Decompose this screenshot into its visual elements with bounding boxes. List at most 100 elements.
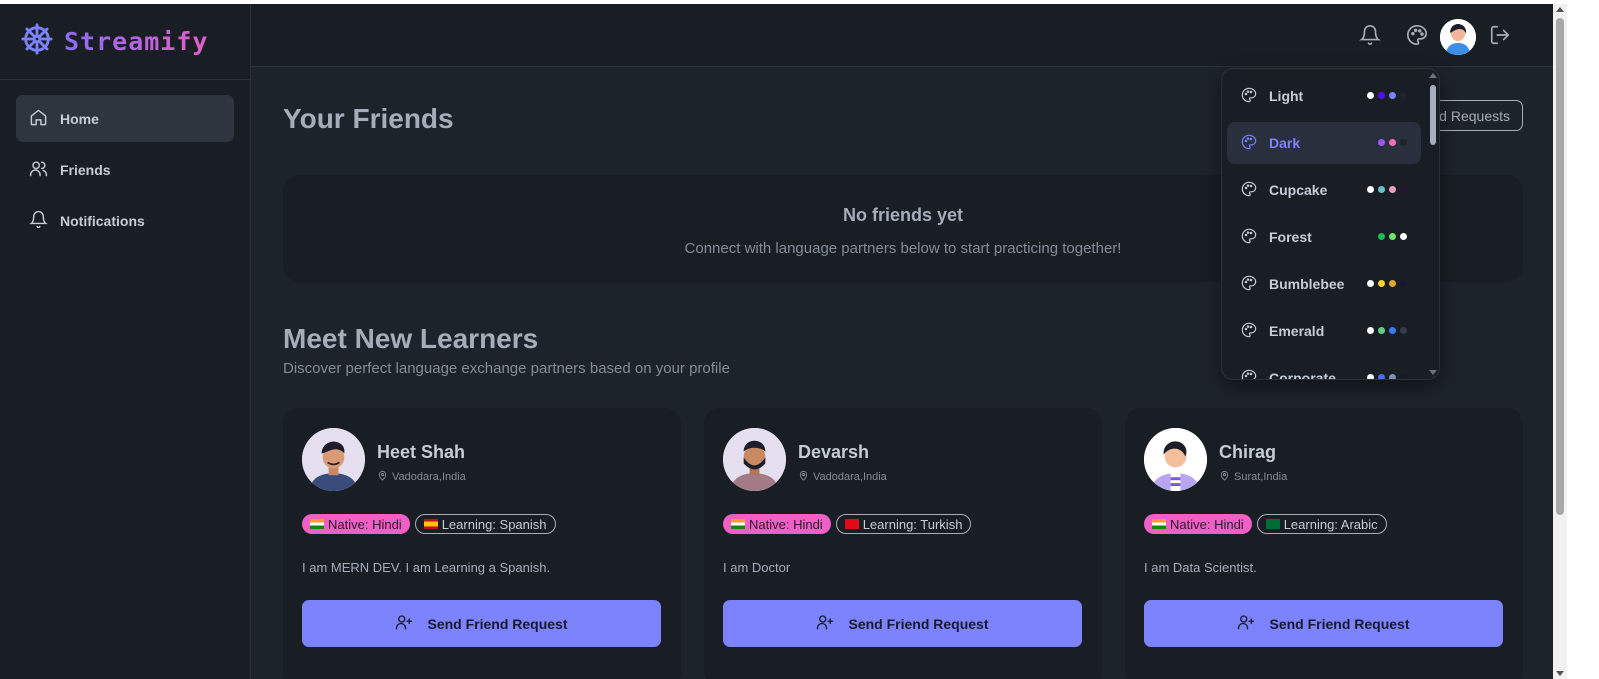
learner-card: Chirag Surat,India Native: Hindi Learnin… xyxy=(1125,408,1523,679)
bell-icon[interactable] xyxy=(1359,24,1381,46)
theme-option-light[interactable]: Light xyxy=(1227,75,1421,117)
theme-label: Dark xyxy=(1269,135,1301,151)
theme-option-cupcake[interactable]: Cupcake xyxy=(1227,169,1421,211)
theme-color-swatch xyxy=(1367,327,1407,334)
send-friend-request-button[interactable]: Send Friend Request xyxy=(1144,600,1503,647)
ship-wheel-icon xyxy=(20,22,54,61)
sidebar-item-home[interactable]: Home xyxy=(16,95,234,142)
topbar xyxy=(251,4,1553,67)
map-pin-icon xyxy=(1219,470,1234,484)
badge-label: Native: Hindi xyxy=(749,516,823,532)
theme-color-swatch xyxy=(1367,186,1407,193)
badge-label: Learning: Arabic xyxy=(1283,516,1378,532)
native-language-badge: Native: Hindi xyxy=(302,514,410,534)
button-label: Send Friend Request xyxy=(848,615,989,632)
theme-dropdown[interactable]: Light Dark Cupcake Forest Bumblebee Emer… xyxy=(1221,68,1440,380)
theme-option-emerald[interactable]: Emerald xyxy=(1227,310,1421,352)
badge-label: Native: Hindi xyxy=(1170,516,1244,532)
language-badges: Native: Hindi Learning: Spanish xyxy=(302,514,556,534)
learning-language-badge: Learning: Turkish xyxy=(835,514,972,534)
scroll-down-arrow[interactable] xyxy=(1429,370,1437,375)
sidebar-item-label: Home xyxy=(60,110,99,127)
learner-location: Surat,India xyxy=(1219,470,1287,484)
avatar xyxy=(302,428,365,491)
badge-label: Learning: Turkish xyxy=(862,516,963,532)
scroll-up-arrow[interactable] xyxy=(1429,73,1437,78)
native-language-badge: Native: Hindi xyxy=(1144,514,1252,534)
section-subtitle: Discover perfect language exchange partn… xyxy=(283,360,730,377)
dropdown-scrollbar[interactable] xyxy=(1430,85,1436,145)
location-text: Vadodara,India xyxy=(392,471,466,483)
palette-icon xyxy=(1241,322,1269,341)
sidebar-item-friends[interactable]: Friends xyxy=(16,146,234,193)
palette-icon xyxy=(1241,369,1269,379)
avatar[interactable] xyxy=(1440,19,1476,55)
theme-label: Cupcake xyxy=(1269,182,1328,198)
scroll-down-arrow[interactable] xyxy=(1556,671,1564,676)
theme-color-swatch xyxy=(1367,374,1407,379)
learner-location: Vadodara,India xyxy=(377,470,466,484)
scrollbar-thumb[interactable] xyxy=(1556,18,1564,515)
palette-icon xyxy=(1241,228,1269,247)
location-text: Surat,India xyxy=(1234,471,1288,483)
sidebar-item-label: Notifications xyxy=(60,212,145,229)
flag-india-icon xyxy=(1152,519,1166,529)
user-plus-icon xyxy=(816,613,848,634)
page-scrollbar[interactable] xyxy=(1553,4,1567,679)
learner-bio: I am Data Scientist. xyxy=(1144,560,1257,575)
badge-label: Native: Hindi xyxy=(328,516,402,532)
learning-language-badge: Learning: Spanish xyxy=(414,514,556,534)
flag-saudi-icon xyxy=(1265,519,1280,529)
theme-option-forest[interactable]: Forest xyxy=(1227,216,1421,258)
section-title: Meet New Learners xyxy=(283,323,539,354)
learner-name: Devarsh xyxy=(798,442,870,462)
map-pin-icon xyxy=(377,470,392,484)
scroll-up-arrow[interactable] xyxy=(1556,7,1564,12)
logout-icon[interactable] xyxy=(1489,24,1511,46)
user-plus-icon xyxy=(1237,613,1269,634)
theme-option-corporate[interactable]: Corporate xyxy=(1227,357,1421,380)
theme-option-bumblebee[interactable]: Bumblebee xyxy=(1227,263,1421,305)
send-friend-request-button[interactable]: Send Friend Request xyxy=(302,600,661,647)
learner-card: Heet Shah Vadodara,India Native: Hindi L… xyxy=(283,408,681,679)
learner-bio: I am MERN DEV. I am Learning a Spanish. xyxy=(302,560,551,575)
location-text: Vadodara,India xyxy=(813,471,887,483)
brand[interactable]: Streamify xyxy=(0,4,250,80)
bell-icon xyxy=(29,210,60,232)
theme-color-swatch xyxy=(1378,139,1407,146)
button-label: Send Friend Request xyxy=(427,615,568,632)
palette-icon xyxy=(1241,275,1269,294)
badge-label: Learning: Spanish xyxy=(441,516,547,532)
brand-name: Streamify xyxy=(64,27,209,56)
learner-name: Chirag xyxy=(1219,442,1277,462)
sidebar-item-notifications[interactable]: Notifications xyxy=(16,197,234,244)
learner-location: Vadodara,India xyxy=(798,470,887,484)
theme-label: Light xyxy=(1269,88,1304,104)
palette-icon xyxy=(1241,181,1269,200)
learner-name: Heet Shah xyxy=(377,442,466,462)
theme-color-swatch xyxy=(1367,280,1407,287)
theme-option-dark[interactable]: Dark xyxy=(1227,122,1421,164)
home-icon xyxy=(29,108,60,130)
send-friend-request-button[interactable]: Send Friend Request xyxy=(723,600,1082,647)
theme-color-swatch xyxy=(1367,92,1407,99)
palette-icon xyxy=(1241,87,1269,106)
sidebar-nav: Home Friends Notifications xyxy=(0,80,250,263)
learner-card: Devarsh Vadodara,India Native: Hindi Lea… xyxy=(704,408,1102,679)
palette-icon[interactable] xyxy=(1406,24,1428,46)
theme-label: Forest xyxy=(1269,229,1312,245)
palette-icon xyxy=(1241,134,1269,153)
flag-india-icon xyxy=(731,519,745,529)
users-icon xyxy=(29,159,60,181)
theme-label: Corporate xyxy=(1269,370,1336,380)
flag-spain-icon xyxy=(423,519,438,529)
flag-turkey-icon xyxy=(844,519,859,529)
theme-label: Emerald xyxy=(1269,323,1325,339)
avatar xyxy=(723,428,786,491)
sidebar-item-label: Friends xyxy=(60,161,111,178)
theme-color-swatch xyxy=(1378,233,1407,240)
language-badges: Native: Hindi Learning: Turkish xyxy=(723,514,972,534)
user-plus-icon xyxy=(395,613,427,634)
avatar xyxy=(1144,428,1207,491)
sidebar: Streamify Home Friends Notifications xyxy=(0,4,251,679)
